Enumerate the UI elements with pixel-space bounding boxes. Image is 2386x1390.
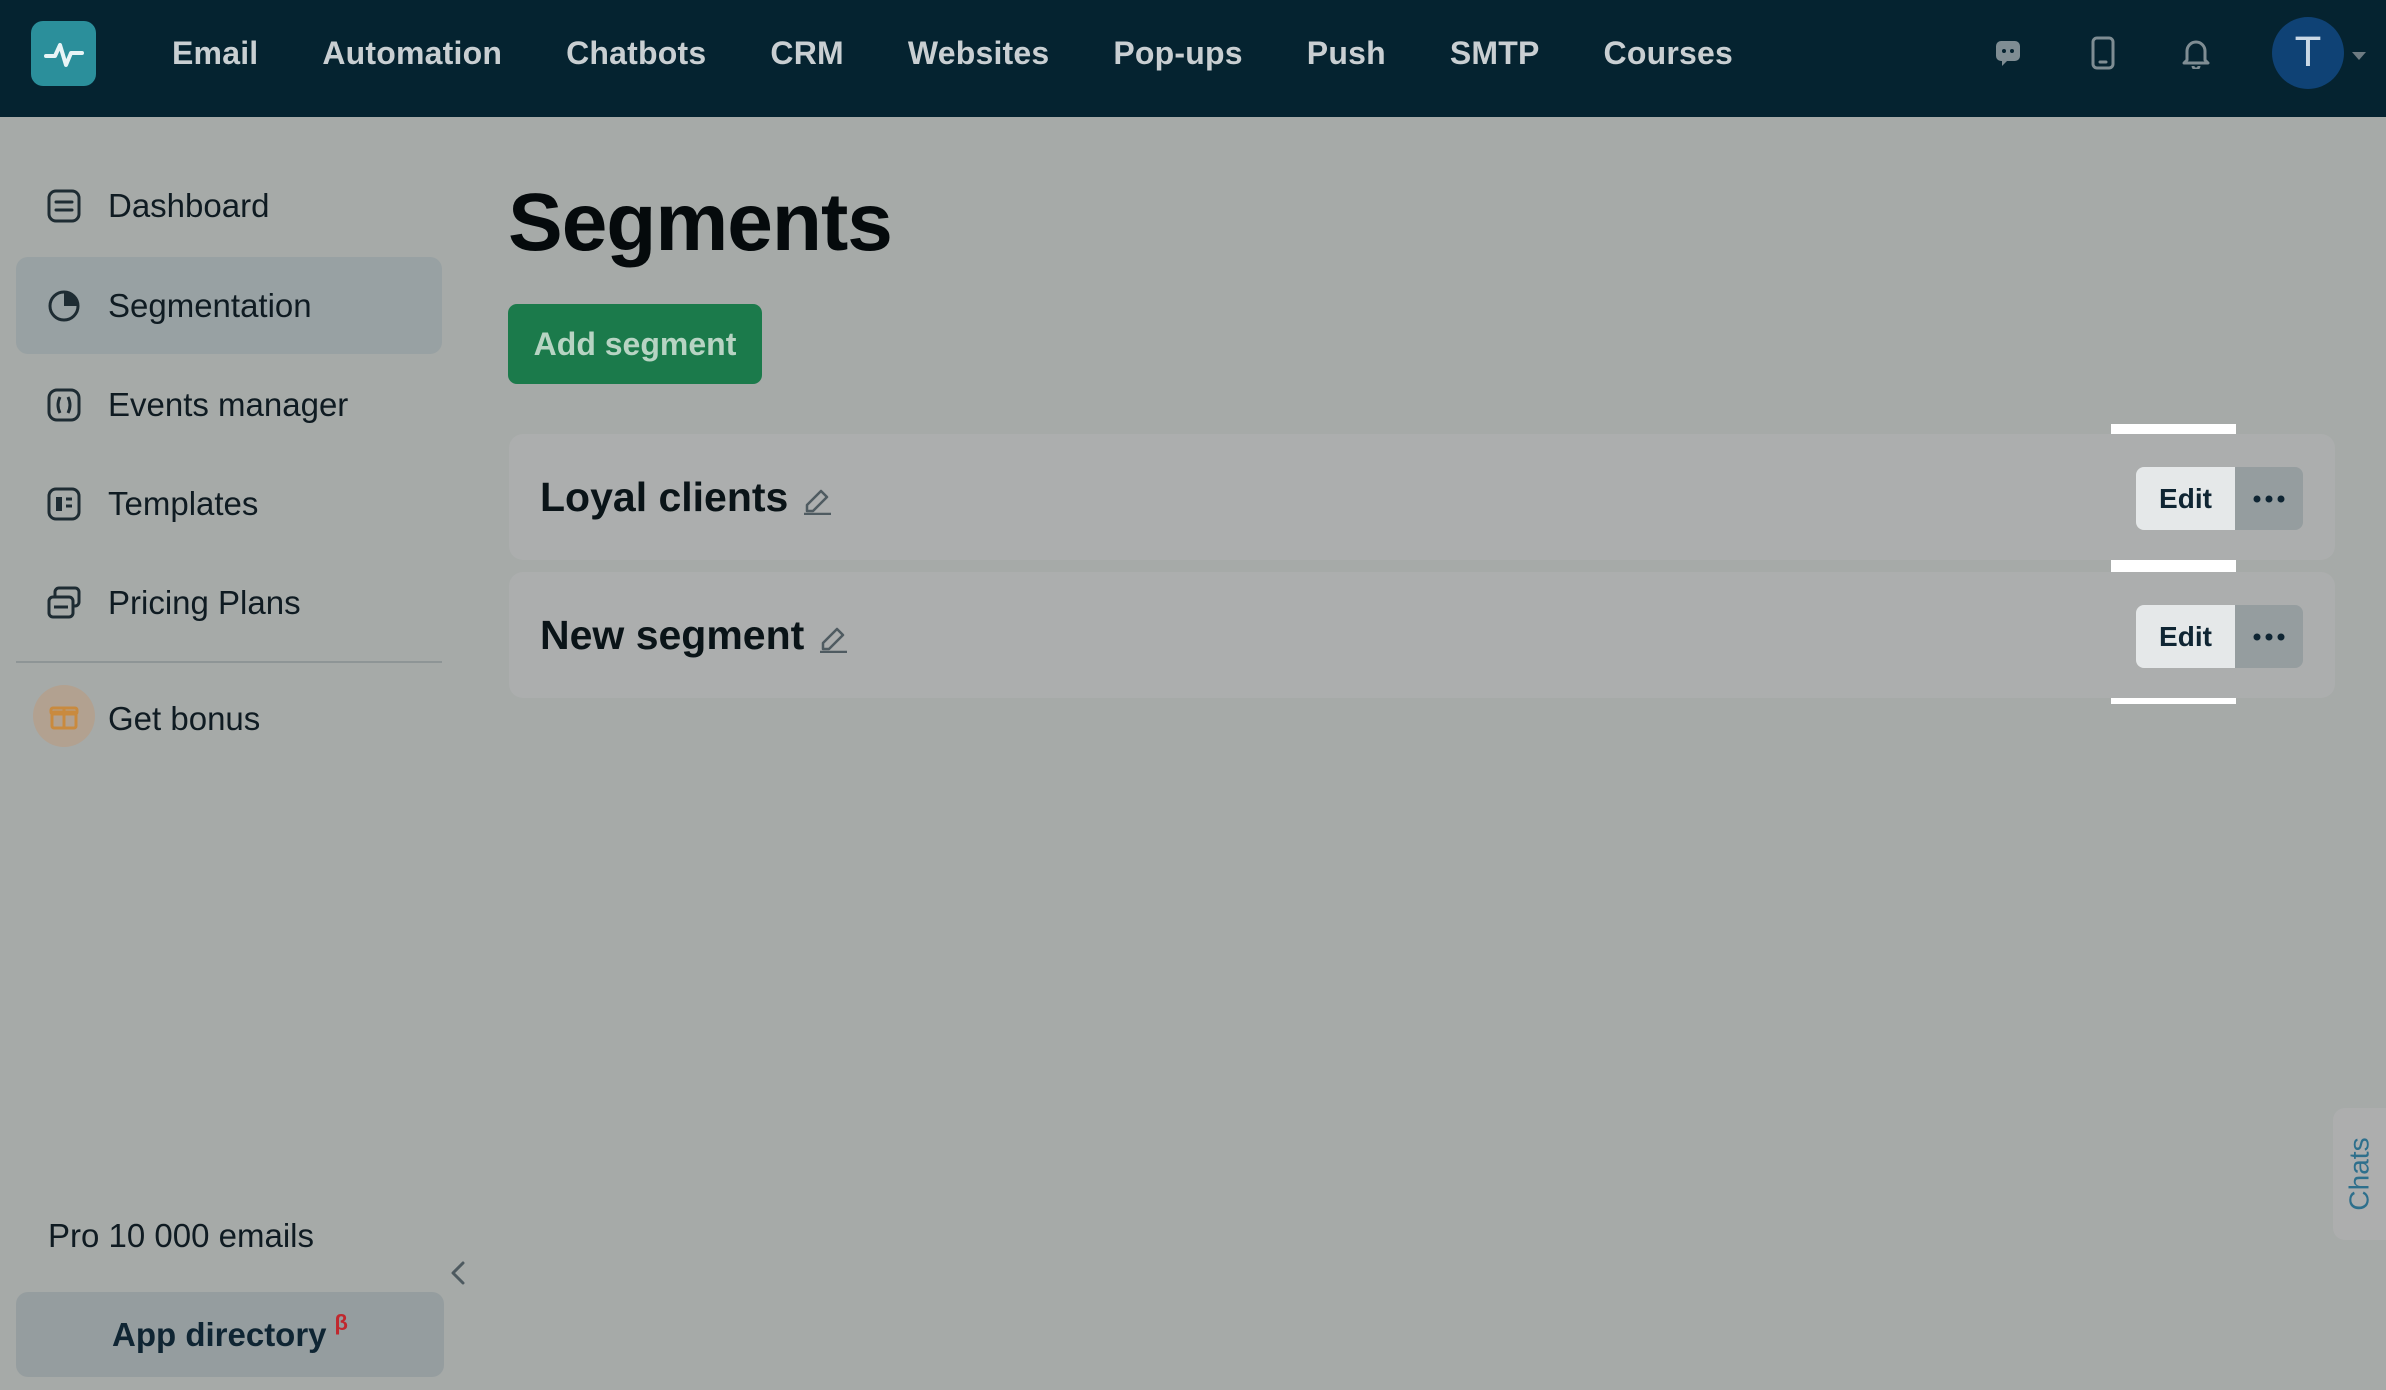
beta-badge: β — [334, 1309, 348, 1335]
edit-button[interactable]: Edit — [2136, 605, 2235, 668]
sidebar-divider — [16, 661, 442, 663]
events-icon — [45, 386, 83, 424]
chat-icon[interactable] — [1988, 33, 2028, 73]
segment-name[interactable]: New segment — [540, 612, 848, 659]
plan-info: Pro 10 000 emails — [48, 1217, 314, 1254]
pricing-icon — [45, 584, 83, 622]
more-options-icon[interactable] — [2235, 467, 2303, 530]
dashboard-icon — [45, 187, 83, 225]
gift-icon — [33, 685, 95, 747]
main-nav: Email Automation Chatbots CRM Websites P… — [172, 0, 1797, 106]
app-logo[interactable] — [31, 21, 96, 86]
nav-smtp[interactable]: SMTP — [1450, 35, 1540, 72]
nav-chatbots[interactable]: Chatbots — [566, 35, 706, 72]
chevron-left-icon[interactable] — [446, 1258, 470, 1288]
sidebar-item-label: Templates — [108, 484, 259, 522]
pulse-logo-icon — [43, 42, 84, 67]
nav-courses[interactable]: Courses — [1604, 35, 1733, 72]
add-segment-button[interactable]: Add segment — [508, 304, 762, 384]
pencil-icon[interactable] — [816, 618, 848, 654]
sidebar-item-segmentation[interactable]: Segmentation — [16, 257, 442, 354]
nav-email[interactable]: Email — [172, 35, 258, 72]
nav-popups[interactable]: Pop-ups — [1113, 35, 1242, 72]
page-title: Segments — [508, 177, 893, 268]
sidebar-item-events-manager[interactable]: Events manager — [16, 356, 442, 453]
nav-crm[interactable]: CRM — [770, 35, 843, 72]
templates-icon — [45, 485, 83, 523]
top-navigation-bar: Email Automation Chatbots CRM Websites P… — [0, 0, 2386, 117]
sidebar-item-dashboard[interactable]: Dashboard — [16, 157, 442, 254]
sidebar-item-templates[interactable]: Templates — [16, 455, 442, 552]
sidebar-item-label: Events manager — [108, 385, 349, 423]
sidebar-item-label: Pricing Plans — [108, 583, 301, 621]
sidebar-item-label: Dashboard — [108, 186, 270, 224]
segment-name[interactable]: Loyal clients — [540, 474, 832, 521]
mobile-icon[interactable] — [2083, 33, 2123, 73]
segmentation-icon — [45, 287, 83, 325]
avatar[interactable]: T — [2272, 17, 2344, 89]
app-directory-label: App directory — [112, 1315, 327, 1353]
edit-button[interactable]: Edit — [2136, 467, 2235, 530]
sidebar-item-get-bonus[interactable]: Get bonus — [16, 670, 442, 767]
segment-row: New segment Edit — [509, 572, 2335, 698]
sidebar-item-label: Segmentation — [108, 286, 312, 324]
nav-websites[interactable]: Websites — [908, 35, 1050, 72]
app-directory-button[interactable]: App directory β — [16, 1292, 444, 1377]
sidebar-item-pricing-plans[interactable]: Pricing Plans — [16, 554, 442, 651]
more-options-icon[interactable] — [2235, 605, 2303, 668]
segment-row: Loyal clients Edit — [509, 434, 2335, 560]
segment-name-text: New segment — [540, 612, 805, 658]
chats-tab-label: Chats — [2343, 1137, 2375, 1211]
pencil-icon[interactable] — [800, 480, 832, 516]
bell-icon[interactable] — [2176, 33, 2216, 73]
nav-push[interactable]: Push — [1307, 35, 1386, 72]
chevron-down-icon[interactable] — [2352, 52, 2366, 60]
chats-tab[interactable]: Chats — [2333, 1108, 2386, 1240]
nav-automation[interactable]: Automation — [322, 35, 502, 72]
segment-name-text: Loyal clients — [540, 474, 789, 520]
sidebar-item-label: Get bonus — [108, 699, 261, 737]
